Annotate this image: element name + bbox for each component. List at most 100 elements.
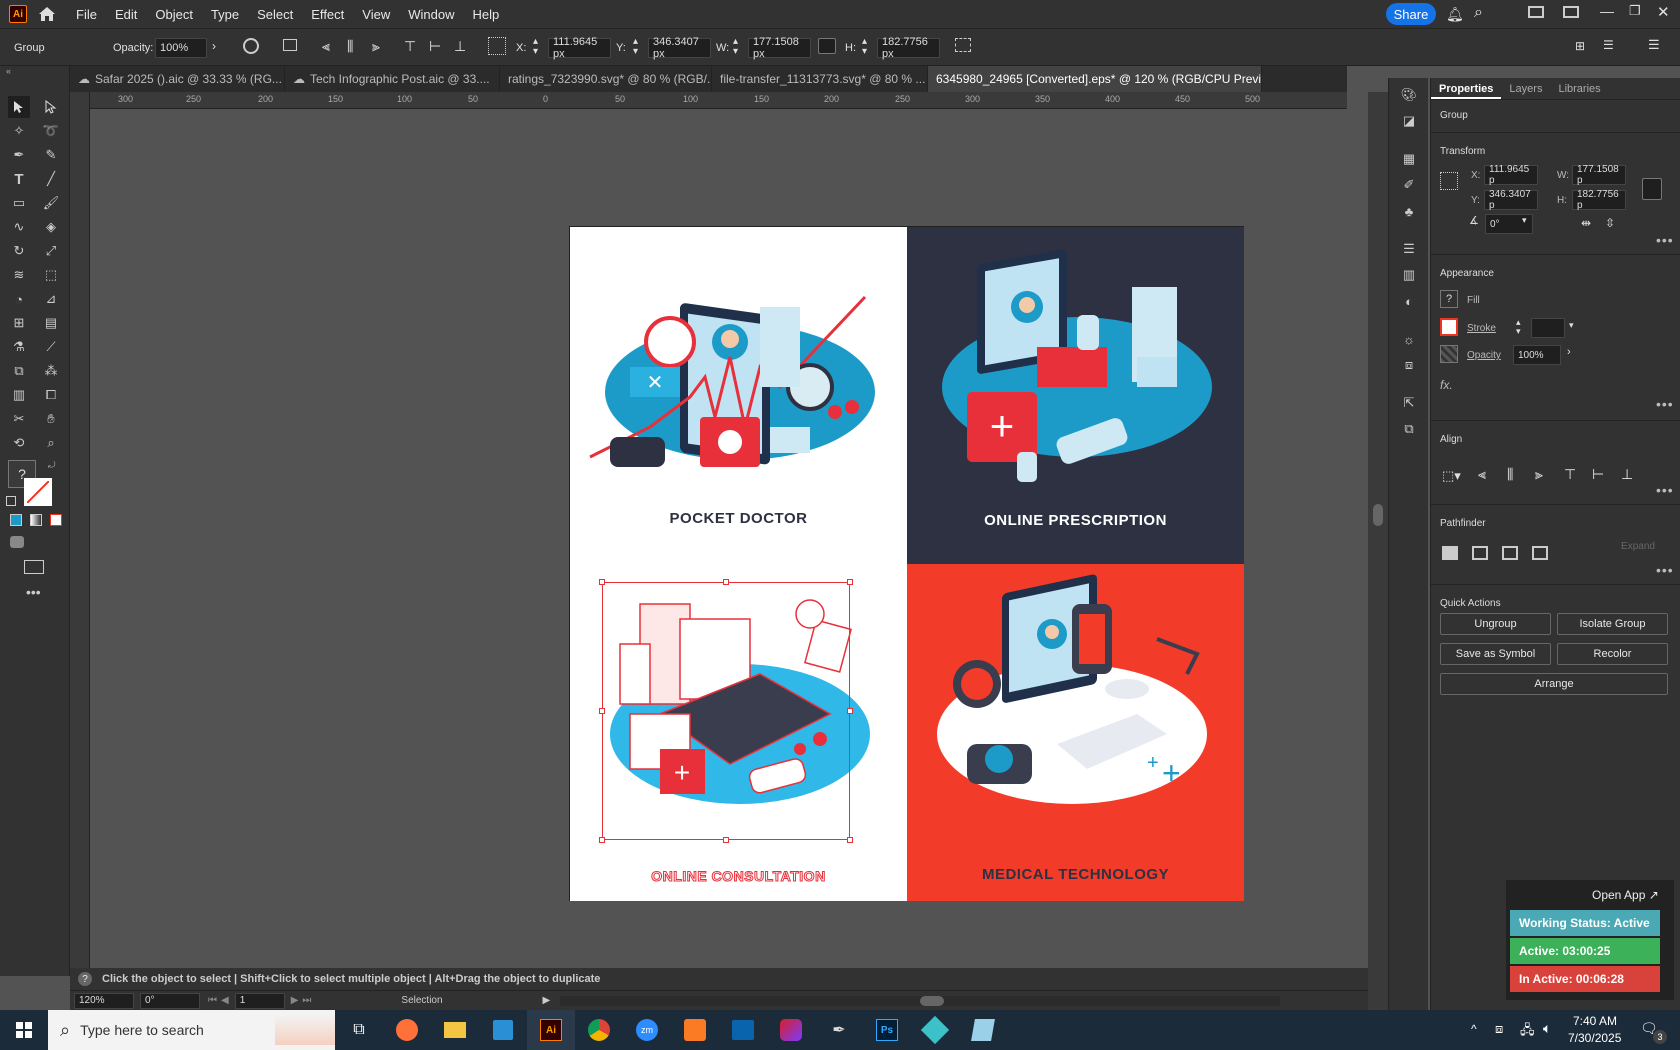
tab-properties[interactable]: Properties: [1431, 78, 1502, 99]
align-hcenter-icon[interactable]: ⫼: [1507, 466, 1513, 483]
opacity-arrow-icon[interactable]: ›: [212, 39, 216, 53]
minus-front-icon[interactable]: [1472, 546, 1488, 560]
color-guide-icon[interactable]: ◪: [1398, 110, 1420, 132]
h-stepper-icon[interactable]: ▴ ▾: [862, 37, 867, 57]
handle-top-right[interactable]: [847, 579, 853, 585]
hand-tool-icon[interactable]: ✋︎: [40, 408, 62, 430]
graphic-styles-icon[interactable]: ⧈: [1398, 354, 1420, 376]
rectangle-tool-icon[interactable]: ▭: [8, 192, 30, 214]
handle-bottom-center[interactable]: [723, 837, 729, 843]
flip-horizontal-icon[interactable]: ⇹: [1581, 216, 1591, 230]
handle-bottom-left[interactable]: [599, 837, 605, 843]
selection-tool-icon[interactable]: [8, 96, 30, 118]
align-top-icon[interactable]: ⊤: [1564, 466, 1576, 483]
online-prescription-panel[interactable]: + ONLINE PRESCRIPTION: [907, 227, 1244, 564]
shaper-tool-icon[interactable]: ∿: [8, 216, 30, 238]
x-stepper-icon[interactable]: ▴ ▾: [533, 37, 538, 57]
creative-cloud-icon[interactable]: [767, 1010, 815, 1050]
intersect-icon[interactable]: [1502, 546, 1518, 560]
appearance-panel-icon[interactable]: ☼: [1398, 328, 1420, 350]
free-transform-tool-icon[interactable]: ⬚: [40, 264, 62, 286]
windows-start-icon[interactable]: [0, 1010, 48, 1050]
eyedropper-tool-icon[interactable]: ⚗: [8, 336, 30, 358]
vertical-scroll-thumb[interactable]: [1373, 504, 1383, 526]
rotation-select[interactable]: 0°: [140, 992, 200, 1009]
artboard-number-select[interactable]: 1: [234, 992, 285, 1009]
pocket-doctor-panel[interactable]: ✕ POCKET DOCTOR: [570, 227, 907, 564]
constrain-proportions-icon[interactable]: [818, 38, 836, 54]
artboard[interactable]: ✕ POCKET DOCTOR + ONLINE PRESCRIPTION + …: [569, 226, 1244, 901]
symbols-icon[interactable]: ♣: [1398, 200, 1420, 222]
photoshop-icon[interactable]: Ps: [863, 1010, 911, 1050]
last-artboard-icon[interactable]: ⏭: [302, 995, 311, 1006]
pathfinder-more-icon[interactable]: •••: [1656, 562, 1674, 578]
align-more-icon[interactable]: •••: [1656, 482, 1674, 498]
swatches-icon[interactable]: ▦: [1398, 148, 1420, 170]
stroke-swatch-icon[interactable]: [24, 478, 52, 506]
none-mode-icon[interactable]: [50, 514, 62, 526]
panel-menu-icon[interactable]: ☰: [1603, 38, 1614, 52]
menu-file[interactable]: File: [67, 7, 106, 22]
selection-bounding-box[interactable]: [602, 582, 850, 840]
x-field[interactable]: 111.9645 p: [1484, 164, 1538, 186]
volume-icon[interactable]: 🔈︎: [1543, 1020, 1551, 1037]
tab-tech-infographic[interactable]: ☁Tech Infographic Post.aic @ 33....✕: [285, 66, 500, 92]
angle-dropdown-icon[interactable]: ▾: [1522, 215, 1527, 226]
isolate-group-button[interactable]: Isolate Group: [1557, 613, 1668, 635]
help-icon[interactable]: ?: [78, 972, 92, 986]
clock-date[interactable]: 7/30/2025: [1568, 1031, 1621, 1045]
arrange-docs-icon[interactable]: ⊞: [1575, 39, 1585, 53]
magic-wand-tool-icon[interactable]: ✧: [8, 120, 30, 142]
w-stepper-icon[interactable]: ▴ ▾: [733, 37, 738, 57]
tray-app-icon[interactable]: ⧈: [1495, 1021, 1503, 1037]
menu-effect[interactable]: Effect: [302, 7, 353, 22]
maximize-icon[interactable]: ❐: [1629, 3, 1641, 19]
illustrator-icon[interactable]: Ai: [527, 1010, 575, 1050]
edit-toolbar-icon[interactable]: •••: [26, 584, 41, 600]
online-consultation-panel[interactable]: + ONLINE CONSULTATION: [570, 564, 907, 901]
gradient-panel-icon[interactable]: ▥: [1398, 264, 1420, 286]
rotate-tool-icon[interactable]: ↻: [8, 240, 30, 262]
stroke-panel-icon[interactable]: ☰: [1398, 238, 1420, 260]
ungroup-button[interactable]: Ungroup: [1440, 613, 1551, 635]
close-icon[interactable]: ✕: [1657, 3, 1670, 21]
align-to-icon[interactable]: ⬚▾: [1442, 468, 1461, 484]
menu-edit[interactable]: Edit: [106, 7, 146, 22]
arrange-button[interactable]: Arrange: [1440, 673, 1668, 695]
cube-app-icon[interactable]: [911, 1010, 959, 1050]
menu-type[interactable]: Type: [202, 7, 248, 22]
artboard-tool-icon[interactable]: ⧠: [40, 384, 62, 406]
opacity-input[interactable]: 100%: [155, 38, 207, 58]
tab-medical-eps[interactable]: 6345980_24965 [Converted].eps* @ 120 % (…: [928, 66, 1262, 92]
shape-builder-tool-icon[interactable]: ◔: [8, 288, 30, 310]
gradient-tool-icon[interactable]: ▤: [40, 312, 62, 334]
opacity-label[interactable]: Opacity: [1467, 350, 1501, 361]
horizontal-scroll-thumb[interactable]: [920, 995, 945, 1006]
tab-ratings[interactable]: ratings_7323990.svg* @ 80 % (RGB/...✕: [500, 66, 712, 92]
tab-layers[interactable]: Layers: [1501, 78, 1550, 99]
menu-view[interactable]: View: [353, 7, 399, 22]
menu-window[interactable]: Window: [399, 7, 463, 22]
align-vcenter-icon[interactable]: ⊢: [1592, 466, 1604, 483]
recolor-button[interactable]: Recolor: [1557, 643, 1668, 665]
first-artboard-icon[interactable]: ⏮: [208, 995, 217, 1006]
blend-tool-icon[interactable]: ⧉: [8, 360, 30, 382]
stroke-swatch-icon[interactable]: [1440, 318, 1458, 336]
mesh-tool-icon[interactable]: ⊞: [8, 312, 30, 334]
y-stepper-icon[interactable]: ▴ ▾: [633, 37, 638, 57]
stroke-dropdown-icon[interactable]: ▾: [1569, 320, 1574, 331]
gradient-mode-icon[interactable]: [30, 514, 42, 526]
eraser-tool-icon[interactable]: ◈: [40, 216, 62, 238]
symbol-sprayer-tool-icon[interactable]: ⁂: [40, 360, 62, 382]
transform-icon[interactable]: [955, 38, 971, 52]
align-bottom-icon[interactable]: ⊥: [454, 38, 466, 55]
taskbar-search[interactable]: ⌕ Type here to search: [48, 1010, 335, 1050]
align-right-icon[interactable]: ⫸: [1535, 466, 1543, 483]
bell-icon[interactable]: 🔔︎: [1446, 6, 1464, 23]
handle-middle-right[interactable]: [847, 708, 853, 714]
workspace-icon[interactable]: [1528, 6, 1544, 18]
align-bottom-icon[interactable]: ⊥: [1621, 466, 1633, 483]
horizontal-scrollbar[interactable]: [560, 995, 1281, 1006]
swap-fill-stroke-icon[interactable]: ⤾: [48, 460, 56, 471]
home-icon[interactable]: [27, 0, 67, 28]
